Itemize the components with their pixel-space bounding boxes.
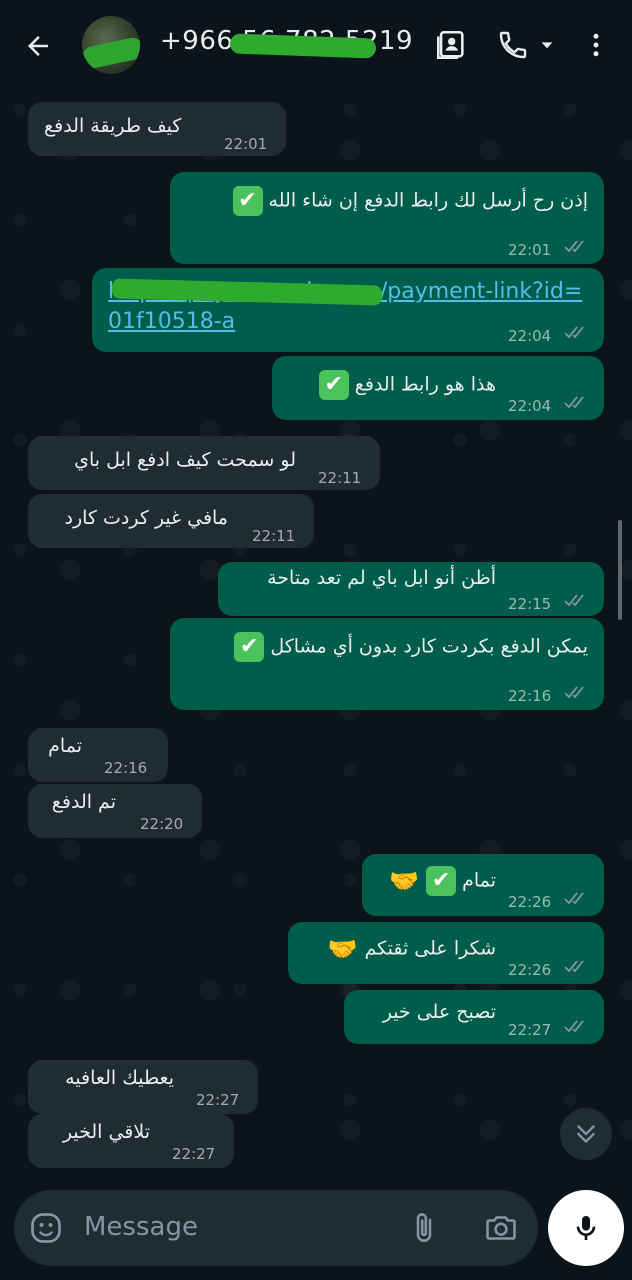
message-time: 22:26	[508, 893, 552, 911]
back-button[interactable]	[18, 26, 58, 66]
double-check-icon	[564, 240, 584, 253]
message-incoming[interactable]: كيف طريقة الدفع 22:01	[28, 102, 286, 156]
payment-link-continued[interactable]: 01f10518-a	[108, 308, 235, 336]
message-time: 22:01	[508, 241, 552, 259]
message-text: يعطيك العافيه	[65, 1067, 174, 1089]
message-text: أظن أنو ابل باي لم تعد متاحة	[267, 567, 496, 589]
message-outgoing[interactable]: هذا هو رابط الدفع ✔ 22:04	[272, 356, 604, 420]
message-outgoing[interactable]: تصبح على خير 22:27	[344, 990, 604, 1044]
check-mark-emoji: ✔	[318, 370, 349, 400]
message-text: إذن رح أرسل لك رابط الدفع إن شاء الله ✔	[232, 186, 588, 216]
microphone-icon	[576, 1216, 596, 1240]
more-vert-icon	[593, 33, 599, 57]
double-check-icon	[564, 594, 584, 607]
message-text: تمام	[48, 735, 82, 757]
message-incoming[interactable]: لو سمحت كيف ادفع ابل باي 22:11	[28, 436, 380, 490]
message-body: تمام	[462, 869, 496, 892]
message-incoming[interactable]: تمام 22:16	[28, 728, 168, 782]
message-incoming[interactable]: تلاقي الخير 22:27	[28, 1114, 234, 1168]
double-check-icon	[564, 892, 584, 905]
message-incoming[interactable]: تم الدفع 22:20	[28, 784, 202, 838]
double-check-icon	[564, 1020, 584, 1033]
message-text: تصبح على خير	[382, 1001, 496, 1023]
scrollbar[interactable]	[618, 520, 622, 620]
attach-button[interactable]	[406, 1210, 442, 1246]
message-text: تلاقي الخير	[62, 1121, 150, 1143]
message-text: كيف طريقة الدفع	[44, 115, 182, 137]
emoji-button[interactable]	[28, 1210, 64, 1246]
message-incoming[interactable]: يعطيك العافيه 22:27	[28, 1060, 258, 1114]
message-text: تمام ✔ 🤝	[388, 866, 496, 896]
message-time: 22:01	[224, 135, 268, 153]
message-time: 22:16	[508, 687, 552, 705]
handshake-emoji: 🤝	[389, 867, 420, 895]
message-text: لو سمحت كيف ادفع ابل باي	[74, 449, 296, 471]
message-outgoing[interactable]: https://pay.example.com/payment-link?id=…	[92, 268, 604, 352]
double-check-icon	[564, 686, 584, 699]
message-outgoing[interactable]: إذن رح أرسل لك رابط الدفع إن شاء الله ✔ …	[170, 172, 604, 264]
message-outgoing[interactable]: تمام ✔ 🤝 22:26	[362, 854, 604, 916]
double-check-icon	[564, 326, 584, 339]
message-time: 22:20	[140, 815, 184, 833]
message-body: يمكن الدفع بكردت كارد بدون أي مشاكل	[270, 635, 588, 658]
chat-header: +966 56 782 5219	[0, 0, 632, 90]
message-time: 22:15	[508, 595, 552, 613]
message-time: 22:16	[104, 759, 148, 777]
message-body: إذن رح أرسل لك رابط الدفع إن شاء الله	[268, 189, 588, 212]
message-time: 22:27	[508, 1021, 552, 1039]
message-time: 22:27	[196, 1091, 240, 1109]
message-time: 22:27	[172, 1145, 216, 1163]
message-time: 22:04	[508, 397, 552, 415]
call-button[interactable]	[492, 24, 534, 66]
message-text: تم الدفع	[51, 791, 116, 813]
camera-button[interactable]	[482, 1210, 520, 1246]
message-time: 22:26	[508, 961, 552, 979]
double-chevron-down-icon	[577, 1125, 595, 1143]
double-check-icon	[564, 960, 584, 973]
message-outgoing[interactable]: شكرا على ثقتكم 🤝 22:26	[288, 922, 604, 984]
contact-card-button[interactable]	[430, 24, 472, 66]
phone-icon	[499, 31, 527, 59]
scroll-to-bottom-button[interactable]	[560, 1108, 612, 1160]
check-mark-emoji: ✔	[232, 186, 263, 216]
message-incoming[interactable]: مافي غير كردت كارد 22:11	[28, 494, 314, 548]
avatar[interactable]	[82, 16, 140, 74]
message-body: شكرا على ثقتكم	[364, 937, 497, 960]
call-options-button[interactable]	[532, 24, 562, 66]
paperclip-icon	[416, 1213, 432, 1243]
arrow-left-icon	[28, 36, 48, 56]
message-time: 22:11	[252, 527, 296, 545]
message-text: هذا هو رابط الدفع ✔	[318, 370, 496, 400]
voice-message-button[interactable]	[548, 1190, 624, 1266]
redaction-mark	[82, 35, 140, 71]
handshake-emoji: 🤝	[327, 935, 358, 963]
message-list[interactable]: كيف طريقة الدفع 22:01 إذن رح أرسل لك راب…	[0, 90, 632, 1190]
message-text: يمكن الدفع بكردت كارد بدون أي مشاكل ✔	[234, 632, 588, 662]
message-outgoing[interactable]: أظن أنو ابل باي لم تعد متاحة 22:15	[218, 562, 604, 616]
message-composer[interactable]: Message	[14, 1190, 538, 1266]
camera-icon	[486, 1216, 516, 1240]
message-input[interactable]: Message	[84, 1212, 198, 1242]
caret-down-icon	[541, 42, 553, 49]
message-outgoing[interactable]: يمكن الدفع بكردت كارد بدون أي مشاكل ✔ 22…	[170, 618, 604, 710]
message-body: هذا هو رابط الدفع	[354, 373, 496, 396]
check-mark-emoji: ✔	[426, 866, 457, 896]
menu-button[interactable]	[576, 24, 616, 66]
message-text: مافي غير كردت كارد	[64, 507, 228, 529]
message-text: شكرا على ثقتكم 🤝	[326, 934, 497, 964]
message-time: 22:11	[318, 469, 362, 487]
contact-card-icon	[436, 30, 464, 60]
check-mark-emoji: ✔	[234, 632, 265, 662]
message-time: 22:04	[508, 327, 552, 345]
double-check-icon	[564, 396, 584, 409]
emoji-icon	[31, 1213, 61, 1243]
